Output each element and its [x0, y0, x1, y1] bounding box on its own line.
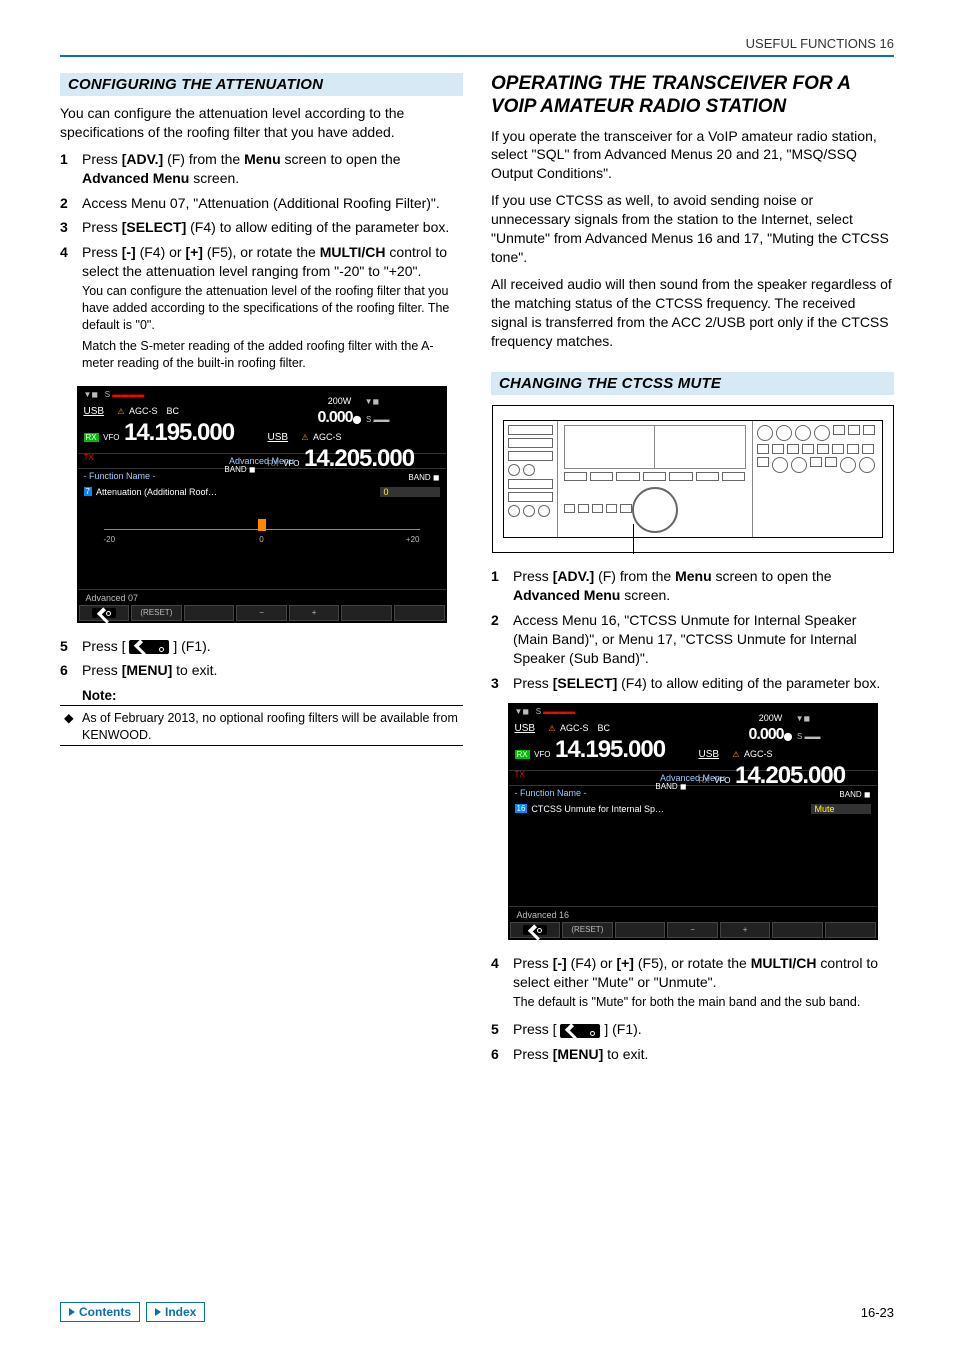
intro-paragraph: You can configure the attenuation level …	[60, 104, 463, 142]
steps-list-left-cont: 5 Press [ ] (F1). 6 Press [MENU] to exit…	[60, 637, 463, 681]
step-subtext: You can configure the attenuation level …	[82, 283, 463, 334]
fkey-plus: +	[720, 922, 771, 938]
step-text: Press [ ] (F1).	[513, 1020, 894, 1039]
step-number: 6	[60, 661, 82, 680]
fkey-reset: (RESET)	[562, 922, 613, 938]
step-number: 3	[491, 674, 513, 693]
step-number: 2	[60, 194, 82, 213]
note-rule	[60, 745, 463, 746]
step-subtext: Match the S-meter reading of the added r…	[82, 338, 463, 372]
page-number: 16-23	[861, 1305, 894, 1320]
triangle-right-icon	[69, 1308, 75, 1316]
step-text: Press [-] (F4) or [+] (F5), or rotate th…	[82, 243, 463, 375]
step-text: Press [ADV.] (F) from the Menu screen to…	[82, 150, 463, 188]
note-item: ◆ As of February 2013, no optional roofi…	[60, 710, 463, 743]
step-number: 4	[60, 243, 82, 375]
fkey-plus: +	[289, 605, 340, 621]
step-text: Access Menu 16, "CTCSS Unmute for Intern…	[513, 611, 894, 668]
index-button[interactable]: Index	[146, 1302, 205, 1322]
step-number: 5	[491, 1020, 513, 1039]
step-text: Press [-] (F4) or [+] (F5), or rotate th…	[513, 954, 894, 1015]
fkey-reset: (RESET)	[131, 605, 182, 621]
back-arrow-icon	[92, 608, 116, 618]
section-heading-attenuation: CONFIGURING THE ATTENUATION	[60, 73, 463, 96]
back-arrow-icon	[560, 1024, 600, 1038]
left-column: CONFIGURING THE ATTENUATION You can conf…	[60, 73, 463, 1070]
fkey-back	[510, 922, 561, 938]
step-text: Access Menu 07, "Attenuation (Additional…	[82, 194, 463, 213]
step-number: 1	[60, 150, 82, 188]
menu-screenshot-attenuation: ▼◼ S ▬▬▬▬ USB ⚠ AGC-S BC◼ RX VFO 14.195.…	[77, 386, 447, 623]
step-text: Press [MENU] to exit.	[82, 661, 463, 680]
diamond-bullet-icon: ◆	[64, 710, 82, 743]
step-text: Press [SELECT] (F4) to allow editing of …	[513, 674, 894, 693]
step-text: Press [MENU] to exit.	[513, 1045, 894, 1064]
fkey-minus: −	[667, 922, 718, 938]
header-rule	[60, 55, 894, 57]
note-label: Note:	[60, 688, 463, 703]
step-number: 1	[491, 567, 513, 605]
right-column: OPERATING THE TRANSCEIVER FOR A VOIP AMA…	[491, 73, 894, 1070]
note-rule	[60, 705, 463, 706]
transceiver-front-panel-figure	[492, 405, 894, 553]
step-number: 3	[60, 218, 82, 237]
step-number: 5	[60, 637, 82, 656]
step-text: Press [ ] (F1).	[82, 637, 463, 656]
step-number: 4	[491, 954, 513, 1015]
back-arrow-icon	[523, 925, 547, 935]
steps-list-right: 1 Press [ADV.] (F) from the Menu screen …	[491, 567, 894, 692]
steps-list-right-cont: 4 Press [-] (F4) or [+] (F5), or rotate …	[491, 954, 894, 1064]
step-number: 2	[491, 611, 513, 668]
page-header: USEFUL FUNCTIONS 16	[60, 36, 894, 51]
step-text: Press [ADV.] (F) from the Menu screen to…	[513, 567, 894, 605]
step-subtext: The default is "Mute" for both the main …	[513, 994, 894, 1011]
menu-screenshot-ctcss: ▼◼ S ▬▬▬▬ USB ⚠ AGC-S BC◼ RX VFO 14.195.…	[508, 703, 878, 940]
step-text: Press [SELECT] (F4) to allow editing of …	[82, 218, 463, 237]
voip-paragraph: If you operate the transceiver for a VoI…	[491, 127, 894, 184]
fkey-minus: −	[236, 605, 287, 621]
fkey-back	[79, 605, 130, 621]
voip-paragraph: All received audio will then sound from …	[491, 275, 894, 351]
section-heading-ctcss: CHANGING THE CTCSS MUTE	[491, 372, 894, 395]
steps-list-left: 1 Press [ADV.] (F) from the Menu screen …	[60, 150, 463, 376]
voip-paragraph: If you use CTCSS as well, to avoid sendi…	[491, 191, 894, 267]
contents-button[interactable]: Contents	[60, 1302, 140, 1322]
triangle-right-icon	[155, 1308, 161, 1316]
heading-voip: OPERATING THE TRANSCEIVER FOR A VOIP AMA…	[491, 73, 894, 119]
step-number: 6	[491, 1045, 513, 1064]
back-arrow-icon	[129, 640, 169, 654]
